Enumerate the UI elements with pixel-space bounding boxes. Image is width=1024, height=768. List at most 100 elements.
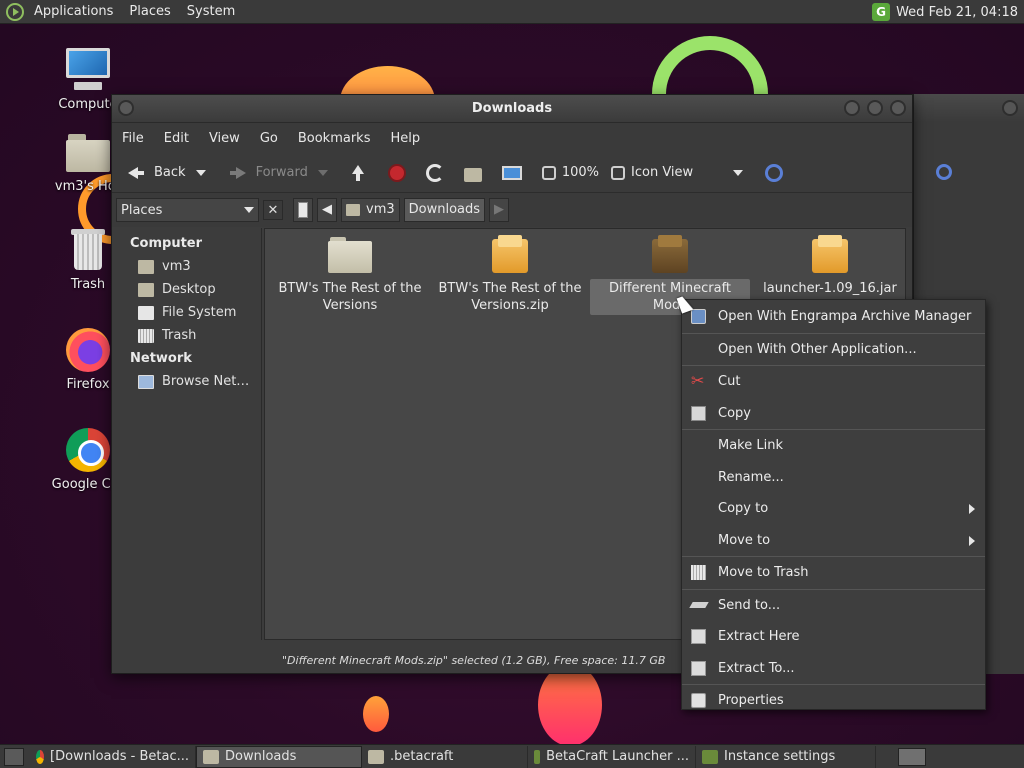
file-item[interactable]: BTW's The Rest of the Versions — [270, 229, 430, 315]
back-history-dropdown[interactable] — [195, 169, 206, 176]
workspace-switcher[interactable] — [898, 748, 926, 766]
zip-archive-icon — [488, 235, 532, 275]
menu-help[interactable]: Help — [384, 131, 426, 146]
menu-item-label: Copy to — [718, 501, 769, 517]
minimize-button[interactable] — [844, 100, 860, 116]
menu-item-label: Make Link — [718, 438, 783, 454]
reload-icon — [425, 163, 444, 182]
taskbar-item[interactable]: .betacraft — [362, 745, 528, 768]
sidebar-item-label: Trash — [162, 328, 197, 343]
menu-item-move-to[interactable]: Move to — [682, 525, 985, 557]
computer-button[interactable] — [496, 158, 536, 188]
engrampa-icon — [691, 309, 706, 324]
window-titlebar[interactable]: Downloads — [112, 95, 912, 123]
menu-edit[interactable]: Edit — [158, 131, 195, 146]
view-mode-label: Icon View — [631, 165, 694, 180]
edit-icon — [298, 202, 308, 218]
desktop-icon-label: Compute — [58, 97, 118, 112]
reload-button[interactable] — [420, 158, 458, 188]
menu-item-open-with-engrampa[interactable]: Open With Engrampa Archive Manager — [682, 301, 985, 333]
menu-item-rename[interactable]: Rename... — [682, 462, 985, 494]
menu-bookmarks[interactable]: Bookmarks — [292, 131, 377, 146]
desktop-icon-label: Firefox — [66, 377, 110, 392]
menu-item-make-link[interactable]: Make Link — [682, 430, 985, 462]
top-panel: Applications Places System G Wed Feb 21,… — [0, 0, 1024, 24]
close-sidebar-button[interactable]: ✕ — [263, 200, 283, 220]
sidebar-item-filesystem[interactable]: File System — [112, 301, 261, 324]
toggle-location-entry-button[interactable] — [293, 198, 313, 222]
sidebar-item-vm3[interactable]: vm3 — [112, 255, 261, 278]
menu-item-cut[interactable]: Cut — [682, 366, 985, 398]
applications-menu[interactable]: Applications — [26, 0, 121, 24]
view-mode-dropdown[interactable] — [733, 169, 744, 176]
stop-button[interactable] — [382, 158, 420, 188]
taskbar-item[interactable]: Instance settings — [696, 745, 876, 768]
menu-file[interactable]: File — [116, 131, 150, 146]
menu-item-properties[interactable]: Properties — [682, 685, 985, 717]
menu-item-label: Extract To... — [718, 660, 795, 676]
taskbar-item-active[interactable]: Downloads — [196, 745, 362, 768]
menu-item-open-with-other[interactable]: Open With Other Application... — [682, 334, 985, 366]
folder-icon — [328, 235, 372, 275]
sidebar-item-trash[interactable]: Trash — [112, 324, 261, 347]
clock[interactable]: Wed Feb 21, 04:18 — [896, 5, 1018, 20]
trash-icon — [64, 226, 112, 274]
menu-item-extract-to[interactable]: Extract To... — [682, 653, 985, 685]
trash-icon — [138, 328, 154, 343]
show-desktop-button[interactable] — [4, 747, 24, 766]
file-item[interactable]: launcher-1.09_16.jar — [750, 229, 910, 298]
window-menu-button[interactable] — [118, 100, 134, 116]
menu-item-move-to-trash[interactable]: Move to Trash — [682, 557, 985, 589]
up-button[interactable] — [342, 158, 382, 188]
breadcrumb-downloads[interactable]: Downloads — [403, 198, 486, 222]
scissors-icon — [691, 371, 706, 390]
path-scroll-right[interactable]: ▶ — [489, 198, 510, 222]
menu-item-extract-here[interactable]: Extract Here — [682, 621, 985, 653]
search-button[interactable] — [759, 158, 797, 188]
menu-item-copy[interactable]: Copy — [682, 398, 985, 430]
maximize-button[interactable] — [867, 100, 883, 116]
close-icon[interactable] — [1002, 100, 1018, 116]
minecraft-icon — [702, 749, 718, 764]
close-button[interactable] — [890, 100, 906, 116]
forward-label: Forward — [255, 165, 308, 180]
update-tray-icon[interactable]: G — [872, 3, 891, 21]
menu-view[interactable]: View — [203, 131, 246, 146]
back-button[interactable]: Back — [120, 158, 192, 188]
zoom-out-button[interactable]: 100% — [536, 158, 605, 188]
taskbar-item[interactable]: [Downloads - Betac... — [30, 745, 196, 768]
forward-button[interactable]: Forward — [222, 158, 314, 188]
mate-logo-icon[interactable] — [6, 2, 24, 21]
taskbar-item[interactable]: BetaCraft Launcher ... — [528, 745, 696, 768]
send-icon — [691, 598, 706, 613]
sidebar-type-select[interactable]: Places — [116, 198, 259, 222]
menu-item-send-to[interactable]: Send to... — [682, 590, 985, 622]
breadcrumb-vm3[interactable]: vm3 — [341, 198, 400, 222]
home-folder-icon — [64, 128, 112, 176]
forward-history-dropdown[interactable] — [317, 169, 328, 176]
window-title: Downloads — [471, 101, 553, 116]
sidebar-item-browse-network[interactable]: Browse Net… — [112, 370, 261, 393]
home-icon — [463, 167, 482, 182]
home-button[interactable] — [458, 158, 496, 188]
menu-go[interactable]: Go — [254, 131, 284, 146]
chrome-icon — [64, 426, 112, 474]
taskbar-item-label: [Downloads - Betac... — [50, 749, 189, 764]
system-menu[interactable]: System — [179, 0, 243, 24]
location-bar: Places ✕ ◀ vm3 Downloads ▶ — [112, 193, 912, 227]
network-icon — [138, 374, 154, 389]
menu-item-label: Rename... — [718, 469, 784, 485]
places-menu[interactable]: Places — [121, 0, 178, 24]
chevron-right-icon — [969, 504, 975, 514]
sidebar-heading-computer: Computer — [130, 236, 203, 251]
up-arrow-icon — [348, 163, 368, 183]
menu-item-copy-to[interactable]: Copy to — [682, 493, 985, 525]
taskbar-item-label: BetaCraft Launcher ... — [546, 749, 689, 764]
path-scroll-left[interactable]: ◀ — [317, 198, 337, 222]
minecraft-icon — [534, 749, 541, 764]
sidebar-item-desktop[interactable]: Desktop — [112, 278, 261, 301]
search-icon[interactable] — [936, 164, 952, 180]
breadcrumb-label: vm3 — [366, 202, 395, 217]
file-item[interactable]: BTW's The Rest of the Versions.zip — [430, 229, 590, 315]
zoom-in-button[interactable]: Icon View — [605, 158, 753, 188]
